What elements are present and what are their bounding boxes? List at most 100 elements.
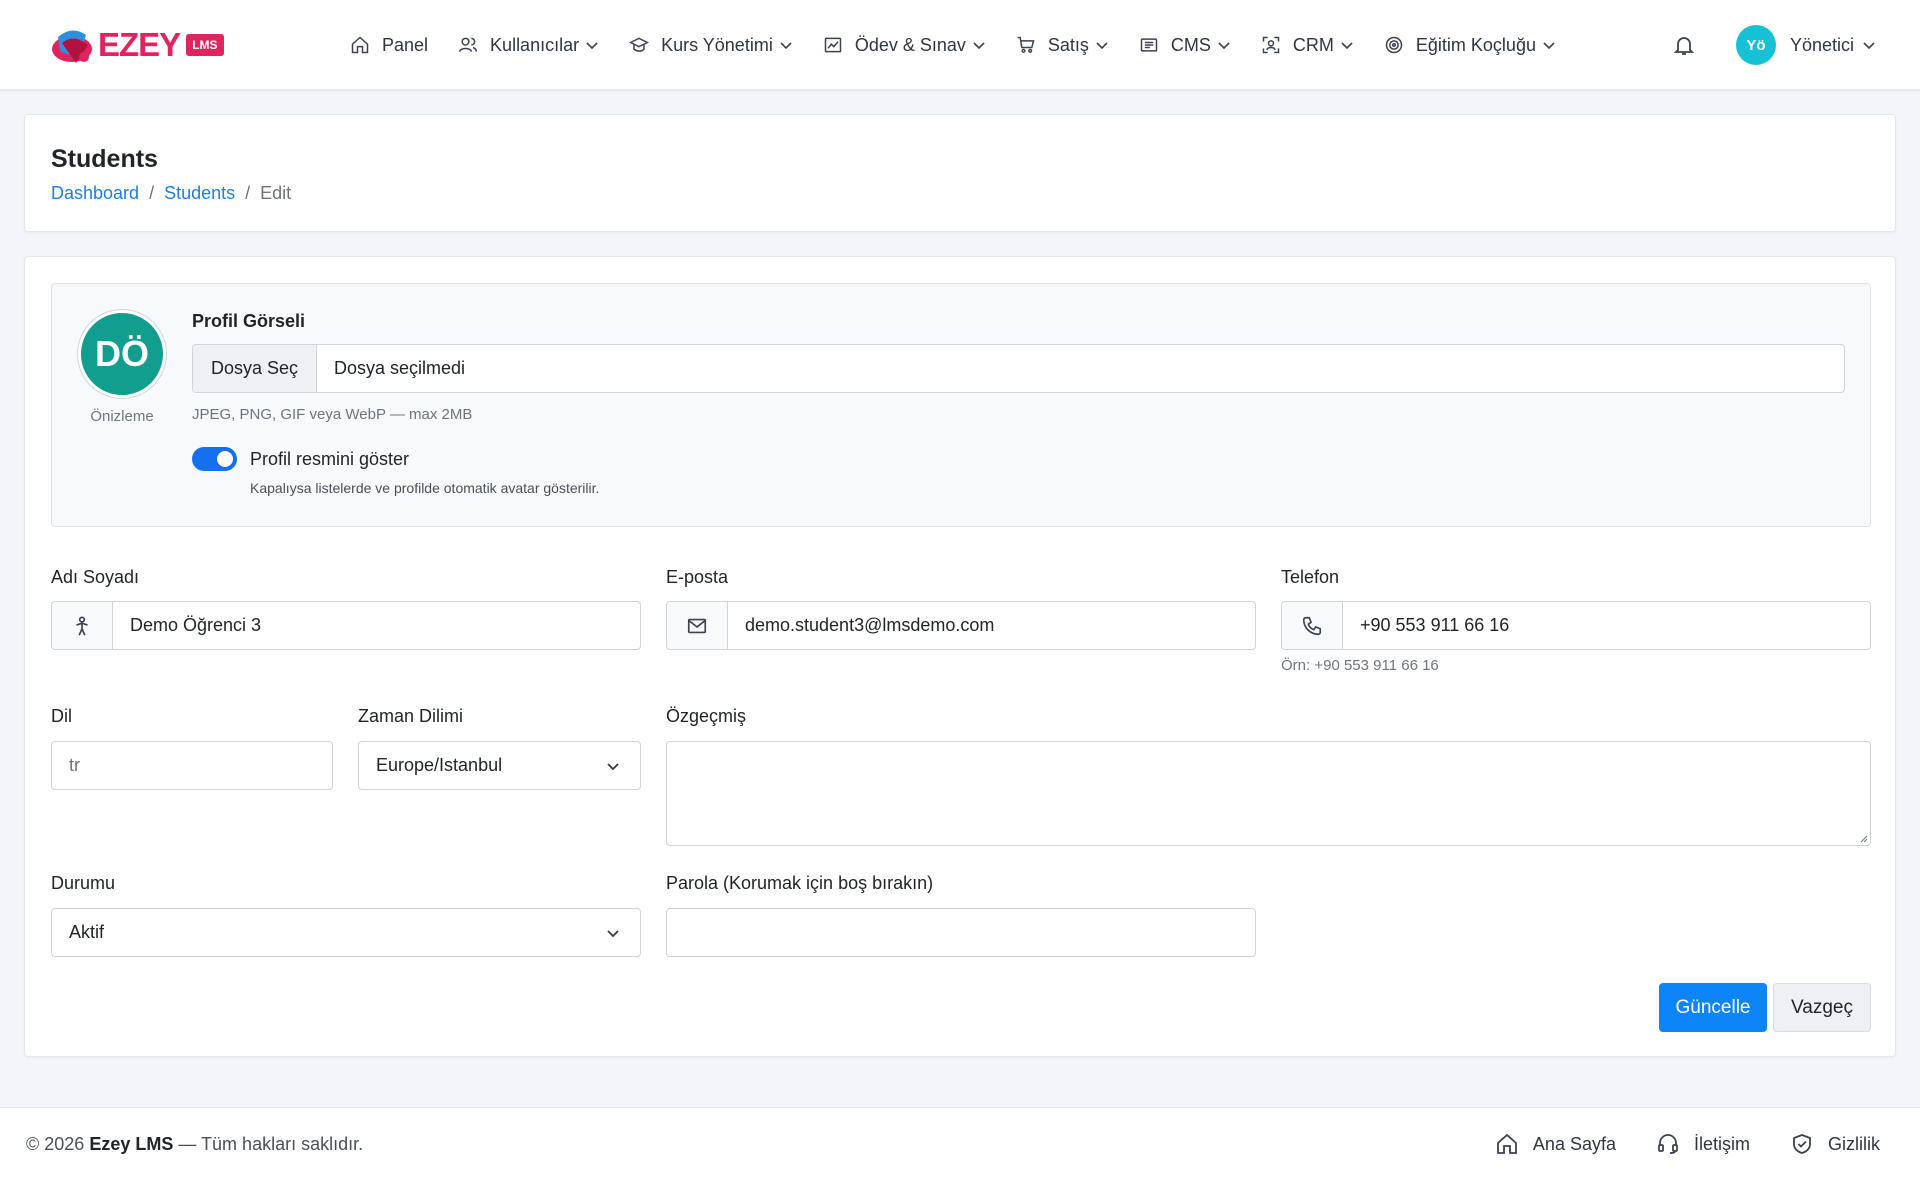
copyright-suffix: — Tüm hakları saklıdır. [178, 1134, 364, 1154]
cart-icon [1017, 36, 1035, 53]
chevron-down-icon [607, 930, 619, 938]
resize-grip-icon[interactable] [1858, 833, 1868, 843]
nav-item-users[interactable]: Kullanıcılar [458, 35, 599, 56]
phone-help-text: Örn: +90 553 911 66 16 [1281, 657, 1439, 674]
footer-link-contact[interactable]: İletişim [1656, 1132, 1750, 1156]
bio-textarea[interactable] [666, 741, 1871, 846]
footer-links: Ana Sayfa İletişim Gizlilik [1455, 1132, 1880, 1156]
chevron-down-icon [607, 763, 619, 771]
language-input[interactable]: tr [51, 741, 333, 790]
password-label: Parola (Korumak için boş bırakın) [666, 873, 934, 893]
home-icon [1497, 1133, 1517, 1154]
breadcrumb-current: Edit [260, 183, 292, 203]
name-addon [52, 602, 113, 649]
nav-item-label: Satış [1047, 34, 1089, 55]
student-edit-form: DÖ Önizleme Profil Görseli Dosya Seç Dos… [24, 256, 1896, 1057]
nav-item-label: CMS [1170, 34, 1211, 55]
nav-item-label: Ödev & Sınav [854, 34, 966, 55]
page-header-card: Students Dashboard / Students / Edit [24, 114, 1896, 232]
avatar: Yö [1736, 25, 1776, 65]
brand-logo[interactable]: EZEY LMS [50, 18, 224, 72]
cancel-button[interactable]: Vazgeç [1773, 983, 1871, 1032]
profile-image-label: Profil Görseli [192, 311, 306, 331]
top-navbar: EZEY LMS Panel Kullanıcılar Kurs Yönetim… [0, 0, 1920, 90]
status-value: Aktif [69, 922, 105, 942]
target-icon [1385, 36, 1403, 54]
choose-file-button[interactable]: Dosya Seç [193, 345, 317, 392]
copyright-prefix: © 2026 [26, 1134, 85, 1154]
update-button[interactable]: Güncelle [1659, 983, 1767, 1032]
status-label: Durumu [51, 873, 116, 893]
user-name: Yönetici [1790, 34, 1855, 55]
main-nav: Panel Kullanıcılar Kurs Yönetimi Ödev & … [350, 0, 1586, 90]
footer-link-label: Gizlilik [1828, 1133, 1880, 1154]
user-menu[interactable]: Yö Yönetici [1736, 25, 1876, 65]
logo-text: EZEY [98, 26, 181, 63]
name-label: Adı Soyadı [51, 567, 140, 587]
image-chart-icon [824, 37, 842, 53]
profile-image-file-input[interactable]: Dosya Seç Dosya seçilmedi [192, 344, 1845, 393]
breadcrumb-students[interactable]: Students [164, 183, 235, 204]
newspaper-icon [1140, 38, 1158, 52]
bio-label: Özgeçmiş [666, 706, 747, 726]
nav-item-cms[interactable]: CMS [1139, 35, 1231, 56]
nav-item-label: Kullanıcılar [490, 34, 580, 55]
footer-link-home[interactable]: Ana Sayfa [1495, 1132, 1616, 1156]
profile-image-section: DÖ Önizleme Profil Görseli Dosya Seç Dos… [51, 283, 1871, 527]
timezone-select[interactable]: Europe/Istanbul [358, 741, 641, 790]
scan-user-icon [1262, 36, 1280, 54]
password-field[interactable] [666, 908, 1256, 957]
footer-link-privacy[interactable]: Gizlilik [1790, 1132, 1880, 1156]
logo-mark-icon [52, 30, 92, 63]
email-value: demo.student3@lmsdemo.com [745, 615, 995, 635]
status-select[interactable]: Aktif [51, 908, 641, 957]
logo-badge: LMS [186, 34, 224, 56]
chevron-down-icon [1218, 42, 1230, 50]
email-addon [667, 602, 728, 649]
phone-addon [1282, 602, 1343, 649]
chevron-down-icon [1543, 42, 1555, 50]
language-label: Dil [51, 706, 72, 726]
profile-avatar-preview: DÖ [78, 310, 166, 398]
copyright: © 2026 Ezey LMS — Tüm hakları saklıdır. [26, 1134, 363, 1155]
nav-item-crm[interactable]: CRM [1261, 35, 1354, 56]
phone-value: +90 553 911 66 16 [1360, 615, 1510, 635]
envelope-icon [687, 618, 707, 633]
footer: © 2026 Ezey LMS — Tüm hakları saklıdır. … [0, 1107, 1920, 1181]
home-icon [351, 36, 369, 54]
bell-icon[interactable] [1672, 33, 1696, 57]
chevron-down-icon [973, 42, 985, 50]
toggle-label: Profil resmini göster [250, 449, 410, 469]
nav-item-label: Kurs Yönetimi [661, 34, 773, 55]
file-help-text: JPEG, PNG, GIF veya WebP — max 2MB [192, 406, 473, 423]
breadcrumb-separator: / [149, 183, 155, 203]
breadcrumb: Dashboard / Students / Edit [51, 183, 291, 204]
nav-item-panel[interactable]: Panel [350, 35, 428, 56]
footer-link-label: İletişim [1693, 1133, 1750, 1154]
shield-check-icon [1793, 1134, 1811, 1154]
phone-icon [1302, 616, 1322, 635]
breadcrumb-separator: / [245, 183, 251, 203]
name-value: Demo Öğrenci 3 [130, 615, 262, 635]
nav-item-coaching[interactable]: Eğitim Koçluğu [1384, 35, 1556, 56]
users-icon [458, 37, 478, 52]
headset-icon [1658, 1134, 1678, 1154]
toggle-help-text: Kapalıysa listelerde ve profilde otomati… [250, 480, 600, 496]
name-field[interactable]: Demo Öğrenci 3 [51, 601, 641, 650]
nav-item-courses[interactable]: Kurs Yönetimi [629, 35, 793, 56]
copyright-brand: Ezey LMS [89, 1134, 174, 1154]
nav-item-label: Eğitim Koçluğu [1415, 34, 1536, 55]
language-placeholder: tr [69, 755, 80, 775]
nav-item-sales[interactable]: Satış [1016, 35, 1109, 56]
phone-field[interactable]: +90 553 911 66 16 [1281, 601, 1871, 650]
timezone-label: Zaman Dilimi [358, 706, 464, 726]
file-status: Dosya seçilmedi [334, 358, 466, 378]
show-profile-image-toggle[interactable] [192, 447, 237, 471]
email-label: E-posta [666, 567, 729, 587]
nav-item-assignments[interactable]: Ödev & Sınav [823, 35, 986, 56]
chevron-down-icon [780, 42, 792, 50]
chevron-down-icon [1341, 42, 1353, 50]
email-field[interactable]: demo.student3@lmsdemo.com [666, 601, 1256, 650]
breadcrumb-dashboard[interactable]: Dashboard [51, 183, 139, 204]
phone-label: Telefon [1281, 567, 1340, 587]
